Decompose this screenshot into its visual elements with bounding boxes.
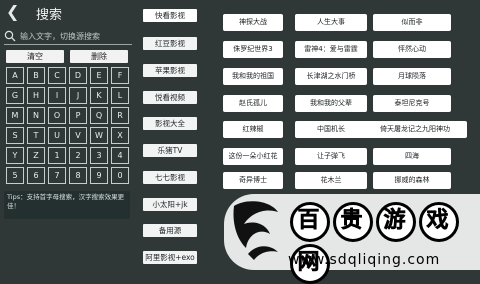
key-u[interactable]: U <box>48 127 66 144</box>
watermark-logo-icon <box>233 201 278 260</box>
back-chevron-icon[interactable]: ❮ <box>6 4 19 20</box>
result-item[interactable]: 似而非 <box>373 14 451 31</box>
key-d[interactable]: D <box>69 67 87 84</box>
key-3[interactable]: 3 <box>90 147 108 164</box>
key-r[interactable]: R <box>111 107 129 124</box>
delete-button[interactable]: 删除 <box>70 50 128 63</box>
result-item[interactable]: 人生大事 <box>295 14 367 31</box>
result-item[interactable]: 挪威的森林 <box>373 172 451 189</box>
key-h[interactable]: H <box>27 87 45 104</box>
source-item[interactable]: 备用源 <box>143 224 197 237</box>
result-item[interactable]: 我和我的祖国 <box>223 68 283 85</box>
result-item[interactable]: 让子弹飞 <box>295 148 367 165</box>
key-l[interactable]: L <box>111 87 129 104</box>
watermark-char: 百 <box>290 202 330 242</box>
key-6[interactable]: 6 <box>27 167 45 184</box>
key-s[interactable]: S <box>6 127 24 144</box>
search-icon <box>4 30 16 42</box>
key-b[interactable]: B <box>27 67 45 84</box>
key-0[interactable]: 0 <box>111 167 129 184</box>
result-item[interactable]: 长津湖之水门桥 <box>295 68 367 85</box>
key-7[interactable]: 7 <box>48 167 66 184</box>
result-item[interactable]: 四海 <box>373 148 451 165</box>
watermark-char: 游 <box>376 202 416 242</box>
key-n[interactable]: N <box>27 107 45 124</box>
source-item[interactable]: 影视大全 <box>143 117 197 130</box>
result-item[interactable]: 雷神4：爱与雷霆 <box>295 41 367 58</box>
key-y[interactable]: Y <box>6 147 24 164</box>
key-2[interactable]: 2 <box>69 147 87 164</box>
result-item[interactable]: 这份一朵小红花 <box>223 148 283 165</box>
key-j[interactable]: J <box>69 87 87 104</box>
source-item[interactable]: 乐猪TV <box>143 144 197 157</box>
key-m[interactable]: M <box>6 107 24 124</box>
result-item[interactable]: 倚天屠龙记之九阳神功 <box>363 121 467 138</box>
search-underline <box>4 44 132 45</box>
key-i[interactable]: I <box>48 87 66 104</box>
source-item[interactable]: 阿里影视+exo <box>143 251 197 264</box>
result-item[interactable]: 中国机长 <box>295 121 367 138</box>
key-8[interactable]: 8 <box>69 167 87 184</box>
source-item[interactable]: 七七影视 <box>143 171 197 184</box>
key-z[interactable]: Z <box>27 147 45 164</box>
result-item[interactable]: 奇异博士 <box>223 172 283 189</box>
key-k[interactable]: K <box>90 87 108 104</box>
clear-button[interactable]: 清空 <box>6 50 64 63</box>
key-t[interactable]: T <box>27 127 45 144</box>
result-item[interactable]: 红辣椒 <box>223 121 283 138</box>
result-item[interactable]: 赵氏孤儿 <box>223 95 283 112</box>
watermark-url: www.sdqliqing.com <box>288 252 441 268</box>
result-item[interactable]: 神探大战 <box>223 14 283 31</box>
watermark-char: 戏 <box>419 202 459 242</box>
source-item[interactable]: 悦看视频 <box>143 91 197 104</box>
key-4[interactable]: 4 <box>111 147 129 164</box>
result-item[interactable]: 侏罗纪世界3 <box>223 41 283 58</box>
key-g[interactable]: G <box>6 87 24 104</box>
search-box[interactable] <box>4 28 132 44</box>
key-9[interactable]: 9 <box>90 167 108 184</box>
result-item[interactable]: 怦然心动 <box>373 41 451 58</box>
watermark: 百贵游戏网 www.sdqliqing.com <box>224 194 480 284</box>
watermark-text: 百贵游戏网 <box>290 200 480 284</box>
key-5[interactable]: 5 <box>6 167 24 184</box>
key-v[interactable]: V <box>69 127 87 144</box>
page-title: 搜索 <box>36 8 63 23</box>
key-c[interactable]: C <box>48 67 66 84</box>
key-x[interactable]: X <box>111 127 129 144</box>
search-input[interactable] <box>20 29 132 43</box>
key-p[interactable]: P <box>69 107 87 124</box>
key-a[interactable]: A <box>6 67 24 84</box>
header: ❮ 搜索 <box>0 0 140 26</box>
source-item[interactable]: 小太阳+jk <box>143 198 197 211</box>
result-item[interactable]: 花木兰 <box>295 172 367 189</box>
source-item[interactable]: 红豆影视 <box>143 37 197 50</box>
key-f[interactable]: F <box>111 67 129 84</box>
key-w[interactable]: W <box>90 127 108 144</box>
source-item[interactable]: 快看影视 <box>143 9 197 22</box>
result-item[interactable]: 月球陨落 <box>373 68 451 85</box>
key-1[interactable]: 1 <box>48 147 66 164</box>
keyboard-grid: ABCDEF GHIJKL MNOPQR STUVWX YZ1234 567890 <box>6 67 130 184</box>
watermark-char: 贵 <box>333 202 373 242</box>
result-item[interactable]: 我和我的父辈 <box>295 95 367 112</box>
key-e[interactable]: E <box>90 67 108 84</box>
tips-text: Tips：支持首字母搜索，汉字搜索效果更佳！ <box>4 191 130 219</box>
key-o[interactable]: O <box>48 107 66 124</box>
result-item[interactable]: 泰坦尼克号 <box>373 95 451 112</box>
source-item[interactable]: 苹果影视 <box>143 64 197 77</box>
key-q[interactable]: Q <box>90 107 108 124</box>
